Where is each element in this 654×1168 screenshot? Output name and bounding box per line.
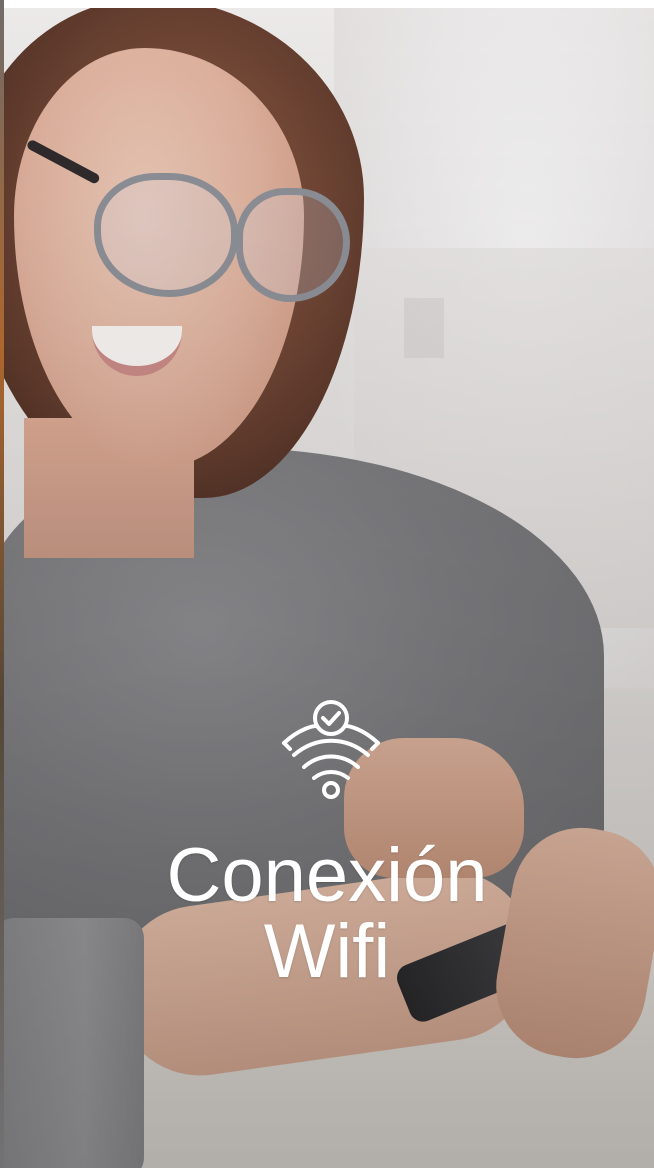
title-line-1: Conexión xyxy=(166,833,488,918)
wifi-check-icon xyxy=(282,700,380,799)
page-title: Conexión Wifi xyxy=(0,838,654,990)
title-line-2: Wifi xyxy=(263,909,391,994)
splash-screen: Conexión Wifi xyxy=(0,0,654,1168)
